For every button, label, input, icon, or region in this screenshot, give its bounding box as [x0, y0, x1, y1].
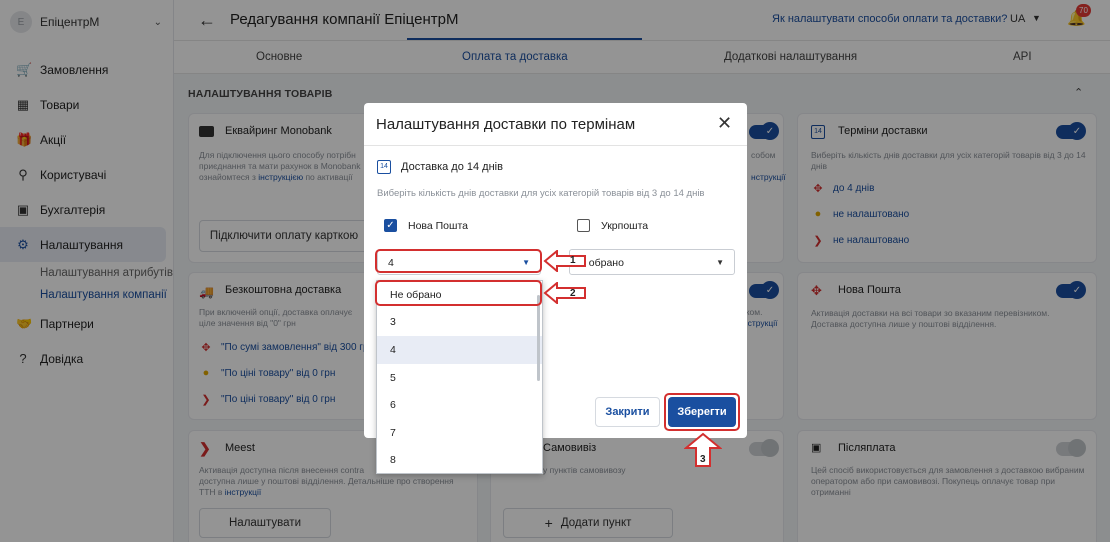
annotation-highlight-save — [664, 393, 740, 431]
annotation-arrow-icon — [543, 282, 586, 304]
annotation-arrow-icon — [543, 250, 586, 272]
annotation-highlight-option — [375, 280, 542, 306]
divider — [364, 145, 747, 146]
nova-poshta-label: Нова Пошта — [408, 220, 468, 232]
modal-hint: Виберіть кількість днів доставки для усі… — [377, 188, 705, 199]
dropdown-option[interactable]: 4 — [377, 336, 542, 364]
nova-poshta-checkbox[interactable]: ✓ — [384, 219, 397, 232]
ukrposhta-checkbox[interactable] — [577, 219, 590, 232]
ukrposhta-days-select[interactable]: е обрано ▼ — [569, 249, 735, 275]
annotation-highlight-select — [375, 249, 542, 273]
caret-down-icon: ▼ — [716, 258, 724, 267]
dropdown-scrollbar[interactable] — [537, 295, 540, 381]
dropdown-option[interactable]: 5 — [377, 364, 542, 392]
close-button[interactable]: Закрити — [595, 397, 660, 427]
ukrposhta-label: Укрпошта — [601, 220, 649, 232]
modal-title: Налаштування доставки по термінам — [376, 116, 636, 133]
dropdown-option[interactable]: 8 — [377, 447, 542, 473]
annotation-number: 3 — [700, 454, 706, 465]
close-icon[interactable]: ✕ — [717, 113, 732, 134]
annotation-number: 2 — [570, 288, 576, 299]
dropdown-option[interactable]: 7 — [377, 419, 542, 447]
delivery-term-label: Доставка до 14 днів — [401, 161, 503, 173]
days-dropdown-list: Не обрано 3 4 5 6 7 8 — [376, 280, 543, 474]
annotation-number: 1 — [570, 255, 576, 266]
calendar-icon: 14 — [377, 160, 391, 174]
dropdown-option[interactable]: 6 — [377, 391, 542, 419]
dropdown-option[interactable]: 3 — [377, 309, 542, 337]
